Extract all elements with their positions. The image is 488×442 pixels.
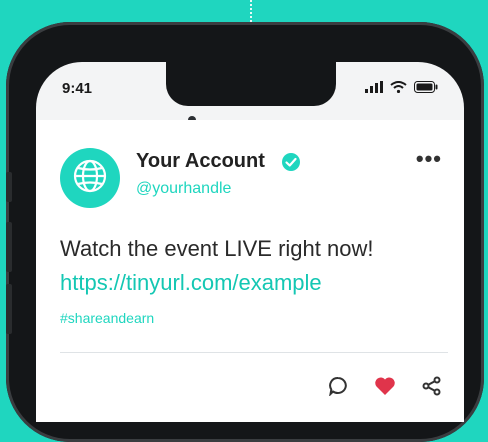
more-options-icon[interactable]: •••	[416, 146, 442, 172]
post-hashtag[interactable]: #shareandearn	[60, 310, 154, 326]
signal-icon	[365, 80, 383, 98]
post-card[interactable]: Your Account @yourhandle ••• Watch the e…	[36, 120, 464, 422]
wifi-icon	[390, 80, 407, 98]
phone-side-button	[6, 222, 12, 272]
battery-icon	[414, 80, 438, 98]
globe-icon	[72, 158, 108, 199]
avatar[interactable]	[60, 148, 120, 208]
divider	[60, 352, 448, 353]
account-name[interactable]: Your Account	[136, 150, 265, 173]
status-time: 9:41	[62, 80, 93, 97]
comment-icon[interactable]	[328, 376, 348, 401]
dotted-connector-line	[250, 0, 252, 22]
post-actions	[328, 376, 442, 401]
phone-side-button	[6, 284, 12, 334]
phone-notch	[166, 62, 336, 106]
account-handle[interactable]: @yourhandle	[136, 180, 231, 198]
post-link[interactable]: https://tinyurl.com/example	[60, 266, 322, 300]
verified-badge-icon	[281, 152, 301, 177]
like-icon[interactable]	[374, 376, 396, 401]
phone-screen: 9:41 Your Account @yourhandle ••• Watch …	[36, 62, 464, 422]
status-icons	[365, 80, 438, 98]
share-icon[interactable]	[422, 376, 442, 401]
phone-frame: 9:41 Your Account @yourhandle ••• Watch …	[6, 22, 484, 442]
post-text: Watch the event LIVE right now!	[60, 236, 374, 261]
phone-side-button	[6, 172, 12, 202]
